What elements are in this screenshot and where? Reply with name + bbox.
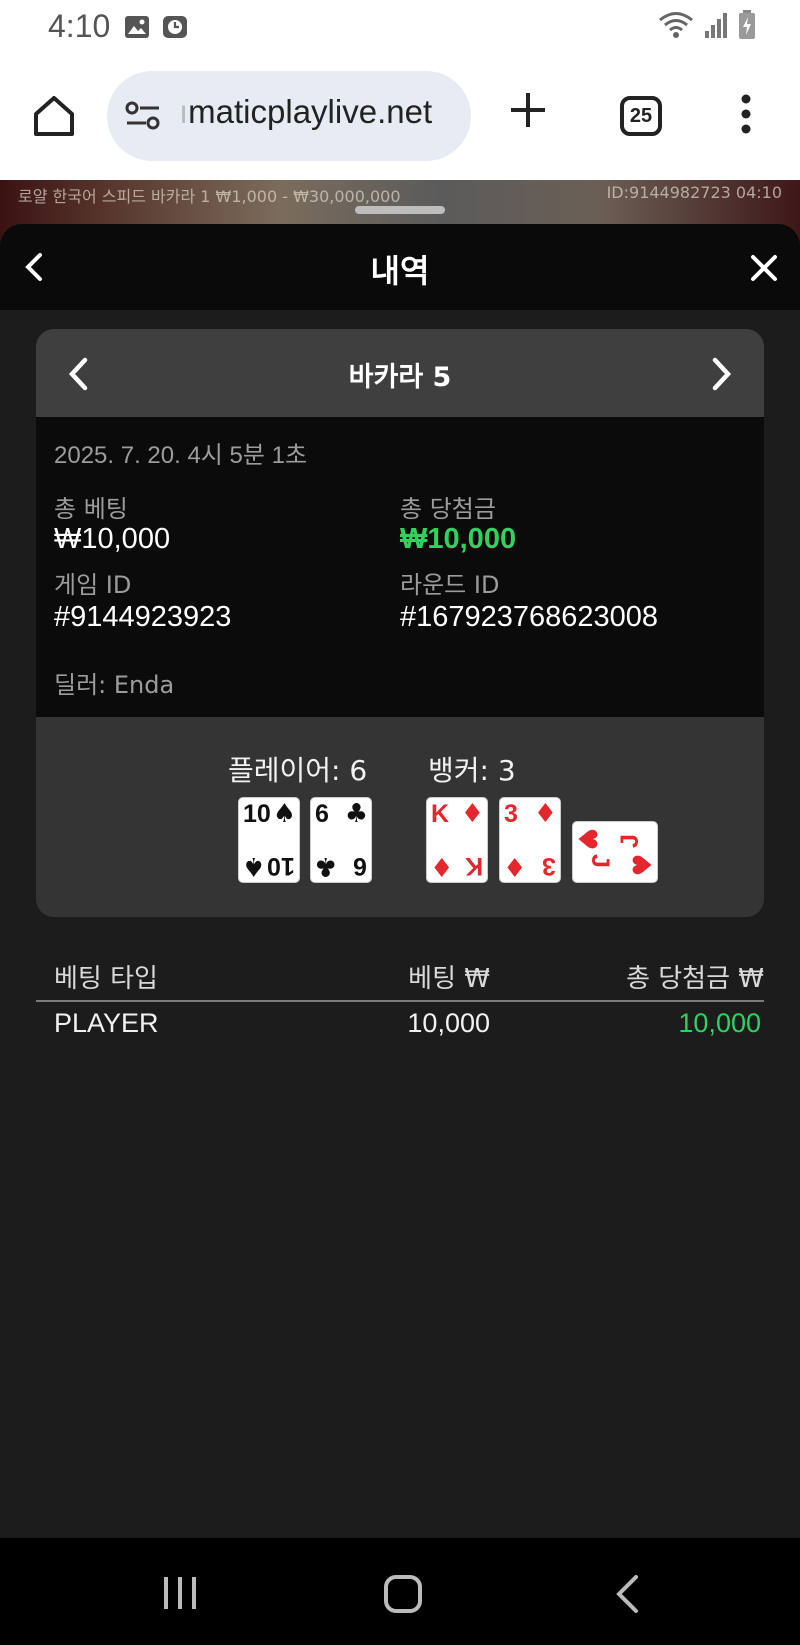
round-id-label: 라운드 ID bbox=[400, 571, 500, 599]
header-total-win: 총 당첨금 ₩ bbox=[626, 964, 764, 994]
address-bar[interactable]: ımaticplaylive.net bbox=[107, 71, 471, 161]
player-score: 플레이어: 6 bbox=[228, 754, 368, 787]
wifi-icon bbox=[659, 12, 693, 38]
game-id-label: 게임 ID bbox=[54, 571, 132, 599]
recent-apps-icon[interactable] bbox=[160, 1574, 200, 1612]
banker-card-1: K ♦ K ♦ bbox=[426, 797, 488, 883]
battery-icon bbox=[739, 10, 755, 39]
player-card-1: 10 ♠ 10 ♠ bbox=[238, 797, 300, 883]
total-bet-value: ₩10,000 bbox=[54, 523, 171, 555]
new-tab-icon[interactable] bbox=[508, 90, 548, 130]
home-nav-icon[interactable] bbox=[383, 1574, 423, 1614]
more-menu-icon[interactable] bbox=[738, 94, 754, 134]
round-result: 플레이어: 6 뱅커: 3 10 ♠ 10 ♠ 6 ♣ 6 ♣ K ♦ K ♦ … bbox=[36, 717, 764, 917]
bet-amount-cell: 10,000 bbox=[407, 1008, 490, 1038]
sheet-header: 내역 bbox=[0, 224, 800, 310]
back-nav-icon[interactable] bbox=[614, 1574, 640, 1614]
dealer-name: 딜러: Enda bbox=[54, 671, 175, 699]
banker-card-2: 3 ♦ 3 ♦ bbox=[499, 797, 561, 883]
player-card-2: 6 ♣ 6 ♣ bbox=[310, 797, 372, 883]
close-icon[interactable] bbox=[750, 254, 778, 282]
status-bar: 4:10 bbox=[0, 0, 800, 56]
screen: 4:10 ımaticplaylive.net 25 로얄 한국어 스피드 바카… bbox=[0, 0, 800, 1645]
table-row: PLAYER 10,000 10,000 bbox=[36, 1002, 764, 1050]
signal-icon bbox=[705, 13, 727, 38]
sheet-title: 내역 bbox=[370, 252, 430, 290]
sheet-drag-handle[interactable] bbox=[355, 206, 445, 214]
total-win-label: 총 당첨금 bbox=[400, 495, 496, 523]
header-bet-amount: 베팅 ₩ bbox=[408, 964, 490, 994]
bet-type-cell: PLAYER bbox=[54, 1008, 159, 1038]
round-details: 2025. 7. 20. 4시 5분 1초 총 베팅 ₩10,000 총 당첨금… bbox=[36, 417, 764, 717]
bets-table: 베팅 타입 베팅 ₩ 총 당첨금 ₩ PLAYER 10,000 10,000 bbox=[36, 954, 764, 1050]
status-time: 4:10 bbox=[48, 8, 111, 44]
clock-icon bbox=[163, 16, 187, 38]
browser-toolbar: ımaticplaylive.net 25 bbox=[0, 56, 800, 180]
game-id-value: #9144923923 bbox=[54, 601, 232, 633]
header-bet-type: 베팅 타입 bbox=[54, 964, 158, 994]
image-icon bbox=[125, 16, 149, 38]
history-sheet: 내역 바카라 5 2025. 7. 20. 4시 5분 1초 총 베팅 ₩10,… bbox=[0, 224, 800, 1538]
game-title: 바카라 5 bbox=[348, 362, 452, 393]
table-info: 로얄 한국어 스피드 바카라 1 ₩1,000 - ₩30,000,000 bbox=[18, 187, 401, 206]
total-bet-label: 총 베팅 bbox=[54, 495, 128, 523]
round-id-value: #167923768623008 bbox=[400, 601, 659, 633]
total-win-value: ₩10,000 bbox=[400, 523, 517, 555]
site-settings-icon[interactable] bbox=[125, 99, 161, 133]
tab-switcher-button[interactable]: 25 bbox=[620, 96, 662, 136]
url-text[interactable]: ımaticplaylive.net bbox=[179, 93, 432, 131]
round-card: 바카라 5 2025. 7. 20. 4시 5분 1초 총 베팅 ₩10,000… bbox=[36, 329, 764, 917]
banker-score: 뱅커: 3 bbox=[428, 754, 516, 787]
next-round-icon[interactable] bbox=[708, 357, 734, 391]
banker-card-3: ♥ J J ♥ bbox=[572, 821, 658, 883]
system-navigation-bar bbox=[0, 1538, 800, 1645]
home-icon[interactable] bbox=[30, 92, 78, 140]
table-header: 베팅 타입 베팅 ₩ 총 당첨금 ₩ bbox=[36, 954, 764, 1002]
round-card-header: 바카라 5 bbox=[36, 329, 764, 417]
round-date: 2025. 7. 20. 4시 5분 1초 bbox=[54, 442, 308, 469]
win-amount-cell: 10,000 bbox=[678, 1008, 761, 1038]
game-id-time: ID:9144982723 04:10 bbox=[606, 183, 782, 202]
